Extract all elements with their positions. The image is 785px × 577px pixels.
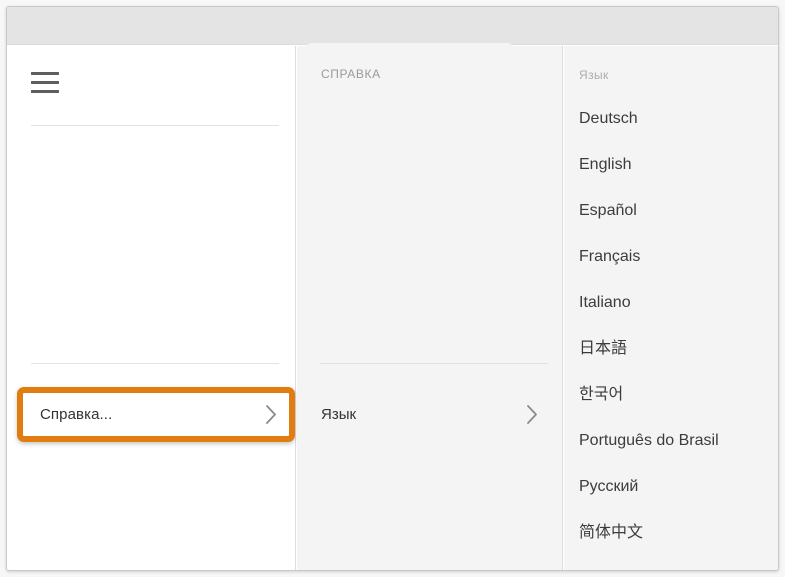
pane-top-cap xyxy=(307,43,512,51)
divider xyxy=(31,363,279,364)
chevron-right-icon xyxy=(527,405,538,424)
language-menu-item-label: Язык xyxy=(321,406,356,423)
divider xyxy=(31,125,279,126)
help-pane-header: СПРАВКА xyxy=(321,67,381,81)
app-window: Справка... СПРАВКА Язык xyxy=(6,6,779,571)
hamburger-bar xyxy=(31,81,59,84)
language-option[interactable]: 한국어 xyxy=(564,372,778,418)
language-option[interactable]: Português do Brasil xyxy=(564,418,778,464)
language-option[interactable]: English xyxy=(564,142,778,188)
language-option[interactable]: Русский xyxy=(564,464,778,510)
language-option[interactable]: Italiano xyxy=(564,280,778,326)
language-option[interactable]: 简体中文 xyxy=(564,510,778,556)
title-bar xyxy=(7,7,778,45)
hamburger-menu-icon[interactable] xyxy=(27,68,63,98)
help-menu-item-label: Справка... xyxy=(40,406,112,423)
help-menu-item[interactable]: Справка... xyxy=(23,393,289,436)
language-pane-header: Язык xyxy=(579,68,609,82)
language-option[interactable]: Español xyxy=(564,188,778,234)
divider xyxy=(320,363,548,364)
language-option[interactable]: Deutsch xyxy=(564,96,778,142)
language-pane: Язык Deutsch English Español Français It… xyxy=(564,46,778,570)
help-menu-item-highlight[interactable]: Справка... xyxy=(17,387,295,442)
help-pane: СПРАВКА Язык xyxy=(297,46,563,570)
language-menu-item[interactable]: Язык xyxy=(297,389,562,439)
language-option[interactable]: Français xyxy=(564,234,778,280)
hamburger-bar xyxy=(31,90,59,93)
panes-container: Справка... СПРАВКА Язык xyxy=(7,46,778,570)
language-list: Deutsch English Español Français Italian… xyxy=(564,96,778,556)
chevron-right-icon xyxy=(266,405,277,424)
settings-root-pane: Справка... xyxy=(7,46,296,570)
language-option[interactable]: 日本語 xyxy=(564,326,778,372)
hamburger-bar xyxy=(31,72,59,75)
